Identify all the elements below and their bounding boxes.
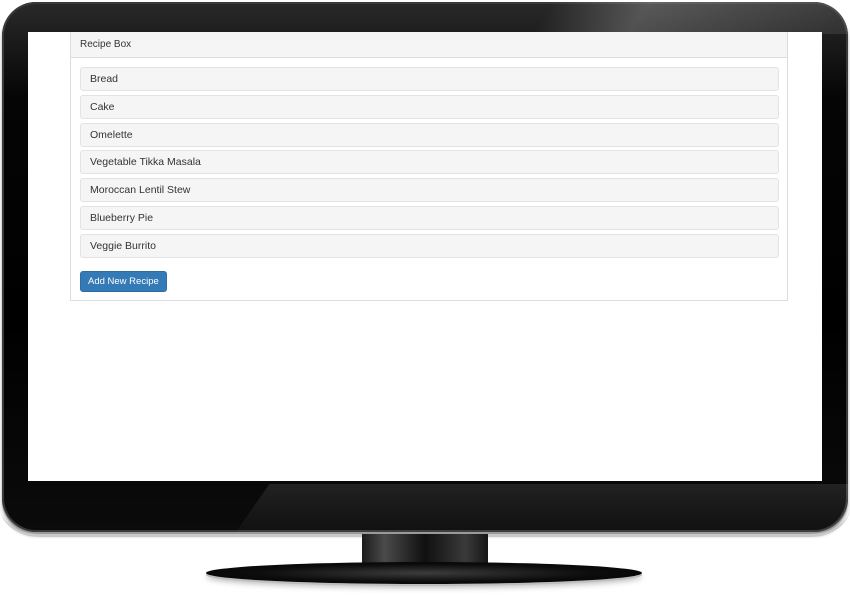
monitor-stand-base	[206, 562, 642, 584]
bezel-rim	[0, 488, 850, 537]
monitor-frame: Recipe Box Bread Cake Omelette Vegetable…	[0, 0, 850, 600]
recipe-list: Bread Cake Omelette Vegetable Tikka Masa…	[80, 67, 779, 262]
recipe-item-bread[interactable]: Bread	[80, 67, 779, 91]
bezel-gloss	[530, 2, 848, 34]
recipe-item-vegetable-tikka-masala[interactable]: Vegetable Tikka Masala	[80, 150, 779, 175]
add-new-recipe-button[interactable]: Add New Recipe	[80, 271, 167, 292]
recipe-item-veggie-burrito[interactable]: Veggie Burrito	[80, 233, 779, 258]
recipe-item-moroccan-lentil-stew[interactable]: Moroccan Lentil Stew	[80, 178, 779, 203]
recipe-item-blueberry-pie[interactable]: Blueberry Pie	[80, 205, 779, 230]
panel-title: Recipe Box	[71, 32, 787, 58]
screen: Recipe Box Bread Cake Omelette Vegetable…	[28, 32, 822, 481]
recipe-box-panel: Recipe Box Bread Cake Omelette Vegetable…	[70, 32, 788, 301]
recipe-item-cake[interactable]: Cake	[80, 94, 779, 119]
recipe-item-omelette[interactable]: Omelette	[80, 122, 779, 147]
